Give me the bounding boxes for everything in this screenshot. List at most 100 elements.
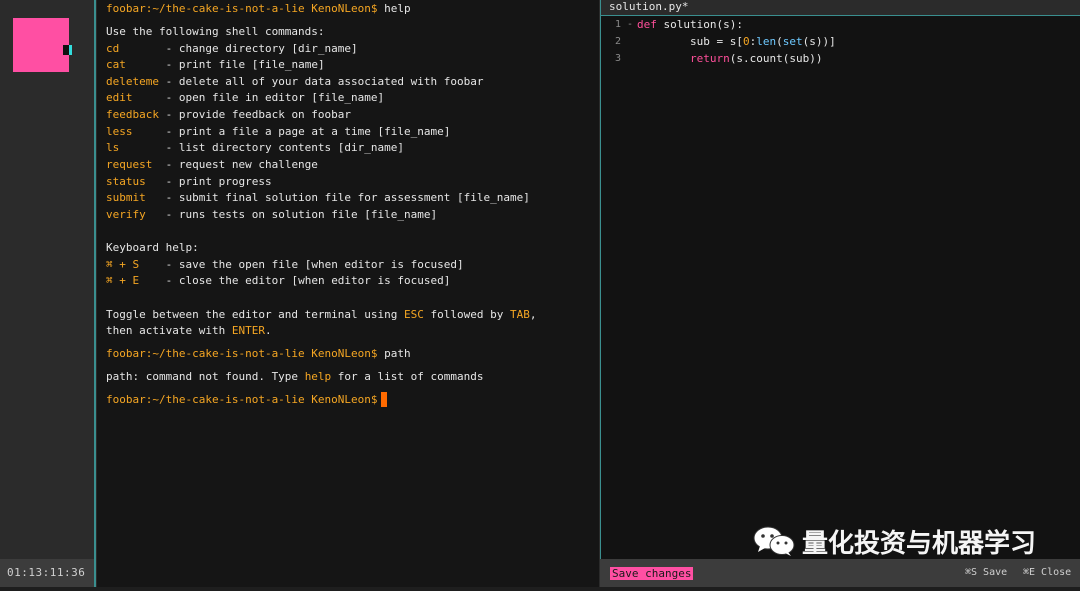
terminal-command: path	[377, 347, 411, 360]
terminal-command: help	[377, 2, 411, 15]
command-name: ls	[106, 141, 120, 154]
code-editor[interactable]: solution.py* 1 - 2 3 def solution(s): su…	[600, 0, 1080, 559]
help-keyword: help	[304, 370, 332, 383]
command-desc: - request new challenge	[165, 158, 318, 171]
terminal-input-line[interactable]: foobar:~/the-cake-is-not-a-lie KenoNLeon…	[106, 393, 378, 407]
command-name: feedback	[106, 108, 159, 121]
avatar-eye-glint	[69, 45, 72, 55]
code-text: (s))]	[802, 35, 836, 48]
builtin-set: set	[782, 35, 803, 48]
shortcut-desc: - close the editor [when editor is focus…	[165, 274, 451, 287]
shortcut-pad	[139, 274, 166, 287]
help-command-row: verify - runs tests on solution file [fi…	[106, 208, 437, 222]
terminal-line-cmd-path: foobar:~/the-cake-is-not-a-lie KenoNLeon…	[106, 347, 411, 361]
builtin-len: len	[756, 35, 777, 48]
command-pad	[152, 158, 165, 171]
toggle-text: .	[264, 324, 272, 337]
terminal-line-cmd-help: foobar:~/the-cake-is-not-a-lie KenoNLeon…	[106, 2, 411, 16]
command-pad	[119, 141, 165, 154]
save-changes-indicator[interactable]: Save changes	[610, 567, 694, 580]
help-intro: Use the following shell commands:	[106, 25, 325, 38]
terminal-prompt: foobar:~/the-cake-is-not-a-lie KenoNLeon…	[106, 393, 378, 406]
keyword-def: def	[637, 18, 657, 31]
sidebar: 01:13:11:36	[0, 0, 96, 591]
command-pad	[126, 58, 166, 71]
help-command-row: status - print progress	[106, 175, 272, 189]
command-pad	[146, 191, 166, 204]
help-command-row: feedback - provide feedback on foobar	[106, 108, 351, 122]
command-desc: - print progress	[165, 175, 272, 188]
command-name: request	[106, 158, 153, 171]
watermark-text: 量化投资与机器学习	[802, 528, 1037, 559]
toggle-text: ,	[529, 308, 537, 321]
command-pad	[146, 175, 166, 188]
enter-key-label: ENTER	[231, 324, 265, 337]
error-text: for a list of commands	[331, 370, 484, 383]
toggle-text: followed by	[423, 308, 510, 321]
command-pad	[159, 108, 166, 121]
toggle-text: then activate with	[106, 324, 232, 337]
command-name: cd	[106, 42, 120, 55]
line-number: 2	[615, 36, 622, 47]
command-pad	[146, 208, 166, 221]
code-text: sub = s[	[637, 35, 743, 48]
command-desc: - list directory contents [dir_name]	[165, 141, 405, 154]
help-command-row: cd - change directory [dir_name]	[106, 42, 358, 56]
editor-tab[interactable]: solution.py*	[601, 0, 1080, 16]
shortcut-pad	[139, 258, 166, 271]
toggle-help-line-2: then activate with ENTER.	[106, 324, 272, 338]
close-shortcut-hint: ⌘E Close	[1023, 567, 1072, 578]
terminal-cursor	[381, 392, 387, 407]
avatar	[13, 18, 69, 72]
toggle-help-line-1: Toggle between the editor and terminal u…	[106, 308, 536, 322]
code-line[interactable]: sub = s[0:len(set(s))]	[637, 35, 836, 48]
help-command-row: submit - submit final solution file for …	[106, 191, 530, 205]
command-desc: - open file in editor [file_name]	[165, 91, 385, 104]
command-desc: - runs tests on solution file [file_name…	[165, 208, 438, 221]
tab-key-label: TAB	[509, 308, 530, 321]
terminal-prompt: foobar:~/the-cake-is-not-a-lie KenoNLeon…	[106, 2, 378, 15]
shortcut-desc: - save the open file [when editor is foc…	[165, 258, 464, 271]
command-desc: - change directory [dir_name]	[165, 42, 358, 55]
command-name: less	[106, 125, 133, 138]
help-command-row: edit - open file in editor [file_name]	[106, 91, 384, 105]
code-line[interactable]: return(s.count(sub))	[637, 52, 822, 65]
help-command-row: cat - print file [file_name]	[106, 58, 325, 72]
code-text: (s.count(sub))	[729, 52, 823, 65]
terminal-prompt: foobar:~/the-cake-is-not-a-lie KenoNLeon…	[106, 347, 378, 360]
command-name: status	[106, 175, 146, 188]
command-pad	[159, 75, 166, 88]
keyboard-help-heading: Keyboard help:	[106, 241, 199, 254]
code-text: solution(s):	[656, 18, 743, 31]
toggle-text: Toggle between the editor and terminal u…	[106, 308, 405, 321]
help-command-row: ls - list directory contents [dir_name]	[106, 141, 404, 155]
help-command-row: less - print a file a page at a time [fi…	[106, 125, 450, 139]
command-pad	[119, 42, 165, 55]
watermark: 量化投资与机器学习	[752, 523, 1036, 559]
command-name: verify	[106, 208, 146, 221]
line-number: 1 -	[615, 19, 634, 30]
command-desc: - print a file a page at a time [file_na…	[165, 125, 451, 138]
shortcut-row: ⌘ + S - save the open file [when editor …	[106, 258, 464, 272]
command-name: cat	[106, 58, 126, 71]
help-command-row: deleteme - delete all of your data assoc…	[106, 75, 484, 89]
keyword-return: return	[689, 52, 730, 65]
bottom-strip	[0, 587, 1080, 591]
esc-key-label: ESC	[404, 308, 424, 321]
wechat-icon	[753, 526, 795, 556]
line-number: 3	[615, 53, 622, 64]
command-desc: - provide feedback on foobar	[165, 108, 352, 121]
save-shortcut-hint: ⌘S Save	[965, 567, 1008, 578]
code-text: (	[776, 35, 783, 48]
command-name: edit	[106, 91, 133, 104]
countdown-timer: 01:13:11:36	[7, 566, 86, 579]
command-desc: - delete all of your data associated wit…	[165, 75, 484, 88]
shortcut-row: ⌘ + E - close the editor [when editor is…	[106, 274, 450, 288]
command-desc: - print file [file_name]	[165, 58, 325, 71]
code-line[interactable]: def solution(s):	[637, 18, 743, 31]
command-pad	[133, 125, 166, 138]
code-number: 0	[742, 35, 750, 48]
help-command-row: request - request new challenge	[106, 158, 318, 172]
terminal[interactable]: foobar:~/the-cake-is-not-a-lie KenoNLeon…	[97, 0, 599, 587]
